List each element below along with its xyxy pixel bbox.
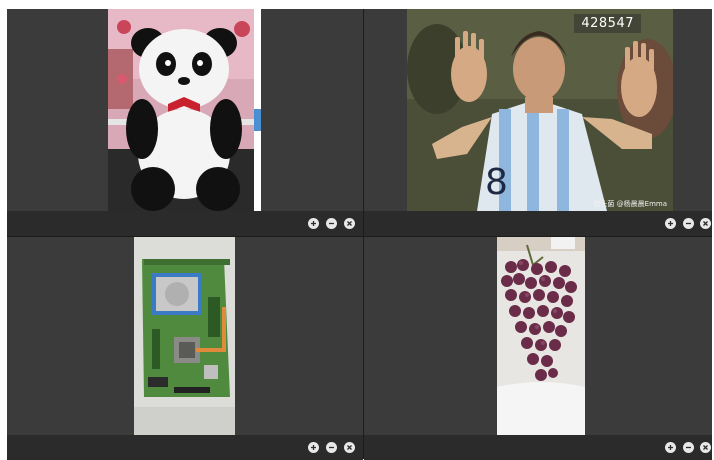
image-panel-4 [364, 237, 712, 460]
close-icon [703, 221, 708, 226]
close-icon [703, 445, 708, 450]
grapes-photo [497, 237, 585, 435]
image-viewer-1 [7, 9, 363, 211]
close-button[interactable] [700, 218, 711, 229]
minus-icon [329, 446, 334, 449]
image-viewer-3 [7, 237, 363, 435]
control-bar-4 [364, 435, 712, 460]
image-watermark: 猎头菌 @杨晨晨Emma [593, 200, 667, 208]
soccer-player-photo: 8 428547 猎头菌 @杨晨晨Emma [407, 9, 673, 211]
minus-icon [686, 446, 691, 449]
image-panel-2: 8 428547 猎头菌 @杨晨晨Emma [364, 9, 712, 236]
minus-icon [686, 222, 691, 225]
close-button[interactable] [344, 218, 355, 229]
panda-plush-photo [108, 9, 261, 211]
zoom-in-button[interactable] [665, 218, 676, 229]
image-viewer-2: 8 428547 猎头菌 @杨晨晨Emma [364, 9, 712, 211]
zoom-out-button[interactable] [683, 442, 694, 453]
plus-icon [311, 221, 316, 226]
svg-text:8: 8 [485, 162, 508, 203]
plus-icon [668, 445, 673, 450]
close-icon [347, 445, 352, 450]
zoom-in-button[interactable] [665, 442, 676, 453]
view-counter: 428547 [574, 14, 641, 33]
zoom-out-button[interactable] [326, 218, 337, 229]
close-icon [347, 221, 352, 226]
control-bar-2 [364, 211, 712, 236]
zoom-out-button[interactable] [326, 442, 337, 453]
close-button[interactable] [700, 442, 711, 453]
zoom-in-button[interactable] [308, 442, 319, 453]
image-viewer-4 [364, 237, 712, 435]
control-bar-3 [7, 435, 363, 460]
zoom-out-button[interactable] [683, 218, 694, 229]
close-button[interactable] [344, 442, 355, 453]
image-grid: 8 428547 猎头菌 @杨晨晨Emma [7, 9, 712, 460]
minus-icon [329, 222, 334, 225]
circuit-board-photo [134, 237, 235, 435]
image-panel-3 [7, 237, 363, 460]
control-bar-1 [7, 211, 363, 236]
plus-icon [668, 221, 673, 226]
zoom-in-button[interactable] [308, 218, 319, 229]
plus-icon [311, 445, 316, 450]
image-panel-1 [7, 9, 363, 236]
